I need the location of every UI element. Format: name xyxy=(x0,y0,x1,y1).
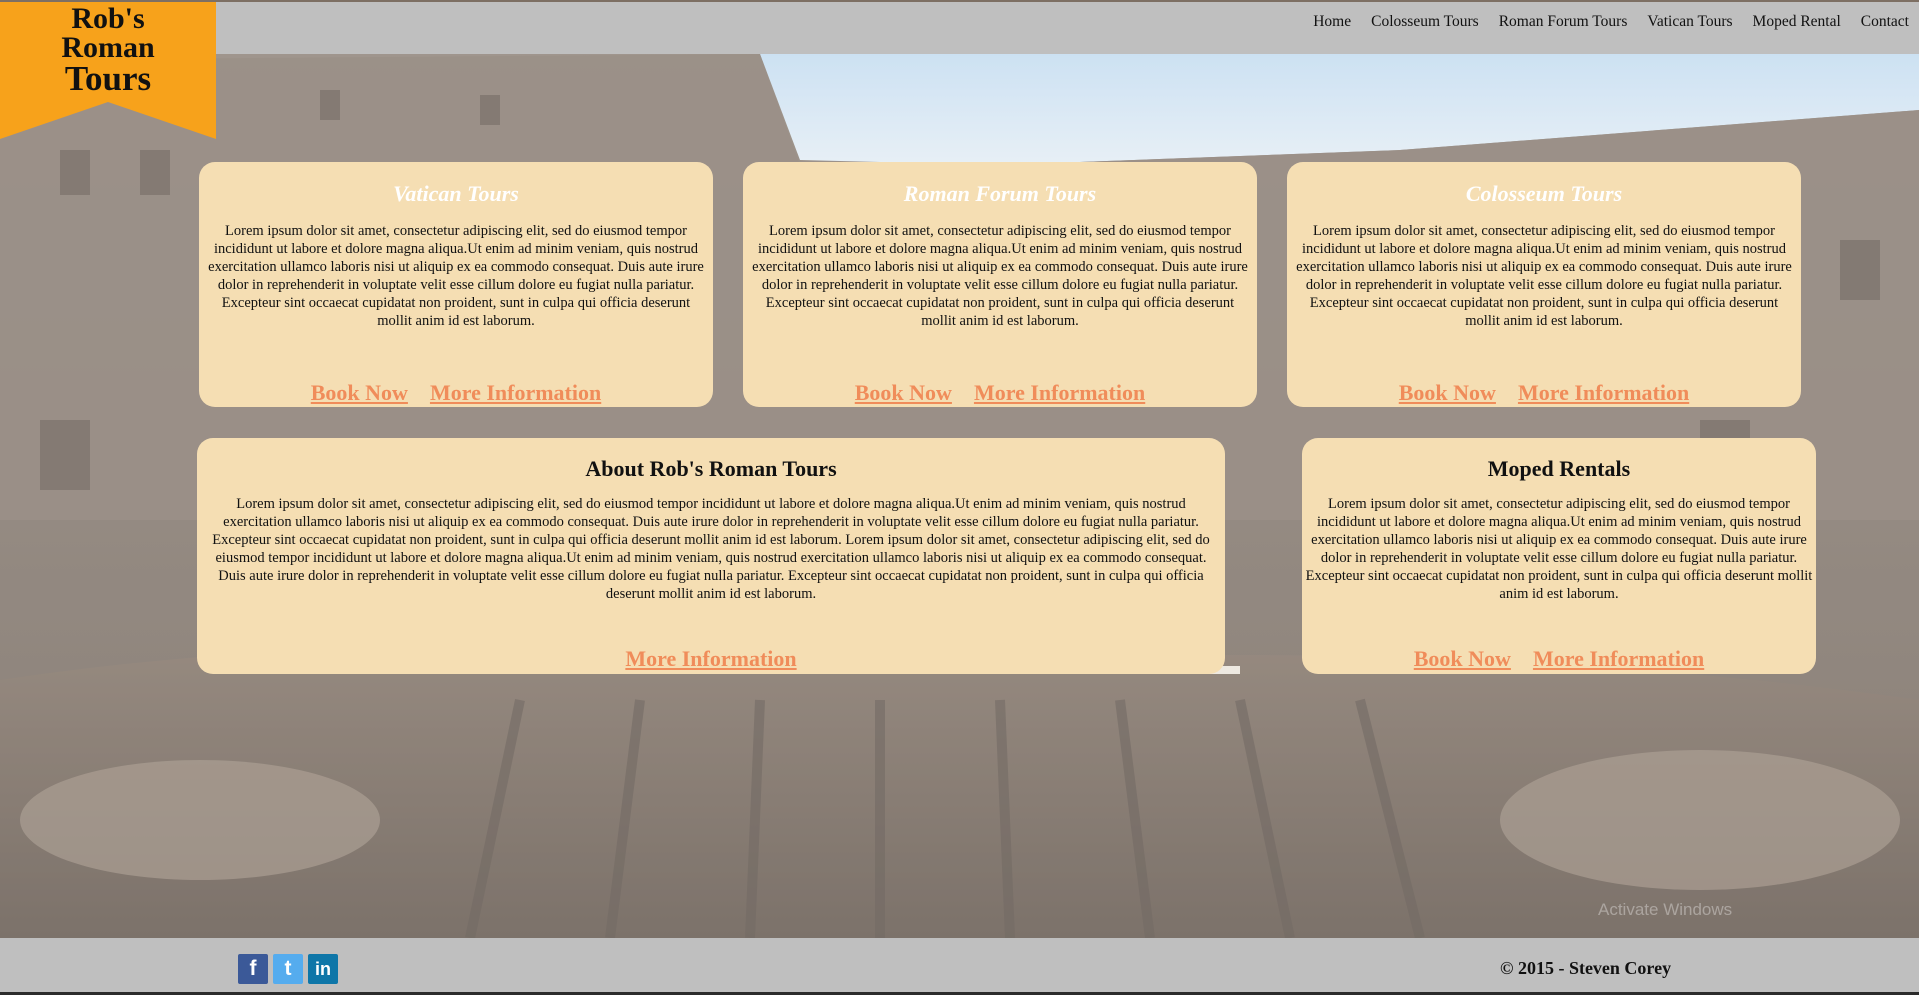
card-title: Roman Forum Tours xyxy=(903,181,1097,206)
os-activation-watermark: Activate Windows xyxy=(1598,900,1733,919)
moped-rentals-card: Moped Rentals Lorem ipsum dolor sit amet… xyxy=(1302,438,1816,674)
logo-text: Rob's Roman Tours xyxy=(0,2,216,98)
card-title: Colosseum Tours xyxy=(1465,181,1623,206)
card-description: Lorem ipsum dolor sit amet, consectetur … xyxy=(208,223,704,329)
book-now-link[interactable]: Book Now xyxy=(1399,380,1496,405)
card-title: Moped Rentals xyxy=(1487,456,1631,481)
nav-home[interactable]: Home xyxy=(1303,13,1361,31)
more-information-link[interactable]: More Information xyxy=(1533,646,1704,671)
card-description: Lorem ipsum dolor sit amet, consectetur … xyxy=(1305,496,1813,602)
logo-line-1: Rob's xyxy=(71,2,145,35)
card-description: Lorem ipsum dolor sit amet, consectetur … xyxy=(212,496,1210,602)
more-information-link[interactable]: More Information xyxy=(1518,380,1689,405)
logo-line-2: Roman xyxy=(61,31,155,64)
copyright-text: © 2015 - Steven Corey xyxy=(1500,958,1672,978)
card-title: About Rob's Roman Tours xyxy=(585,456,837,481)
card-description: Lorem ipsum dolor sit amet, consectetur … xyxy=(1296,223,1792,329)
nav-contact[interactable]: Contact xyxy=(1851,13,1919,31)
card-title: Vatican Tours xyxy=(393,181,519,206)
linkedin-icon[interactable]: in xyxy=(308,954,338,984)
logo-line-3: Tours xyxy=(64,59,152,98)
site-logo[interactable]: Rob's Roman Tours xyxy=(0,2,216,139)
more-information-link[interactable]: More Information xyxy=(974,380,1145,405)
more-information-link[interactable]: More Information xyxy=(430,380,601,405)
social-links: f t in xyxy=(238,954,338,984)
main-nav: Home Colosseum Tours Roman Forum Tours V… xyxy=(1303,13,1919,31)
nav-colosseum-tours[interactable]: Colosseum Tours xyxy=(1361,13,1489,31)
nav-vatican-tours[interactable]: Vatican Tours xyxy=(1637,13,1742,31)
twitter-icon[interactable]: t xyxy=(273,954,303,984)
book-now-link[interactable]: Book Now xyxy=(1414,646,1511,671)
about-card: About Rob's Roman Tours Lorem ipsum dolo… xyxy=(197,438,1225,674)
nav-roman-forum-tours[interactable]: Roman Forum Tours xyxy=(1489,13,1638,31)
book-now-link[interactable]: Book Now xyxy=(311,380,408,405)
roman-forum-tours-card: Roman Forum Tours Lorem ipsum dolor sit … xyxy=(743,162,1257,407)
more-information-link[interactable]: More Information xyxy=(625,646,796,671)
facebook-icon[interactable]: f xyxy=(238,954,268,984)
vatican-tours-card: Vatican Tours Lorem ipsum dolor sit amet… xyxy=(199,162,713,407)
colosseum-tours-card: Colosseum Tours Lorem ipsum dolor sit am… xyxy=(1287,162,1801,407)
card-description: Lorem ipsum dolor sit amet, consectetur … xyxy=(752,223,1248,329)
book-now-link[interactable]: Book Now xyxy=(855,380,952,405)
nav-moped-rental[interactable]: Moped Rental xyxy=(1743,13,1851,31)
